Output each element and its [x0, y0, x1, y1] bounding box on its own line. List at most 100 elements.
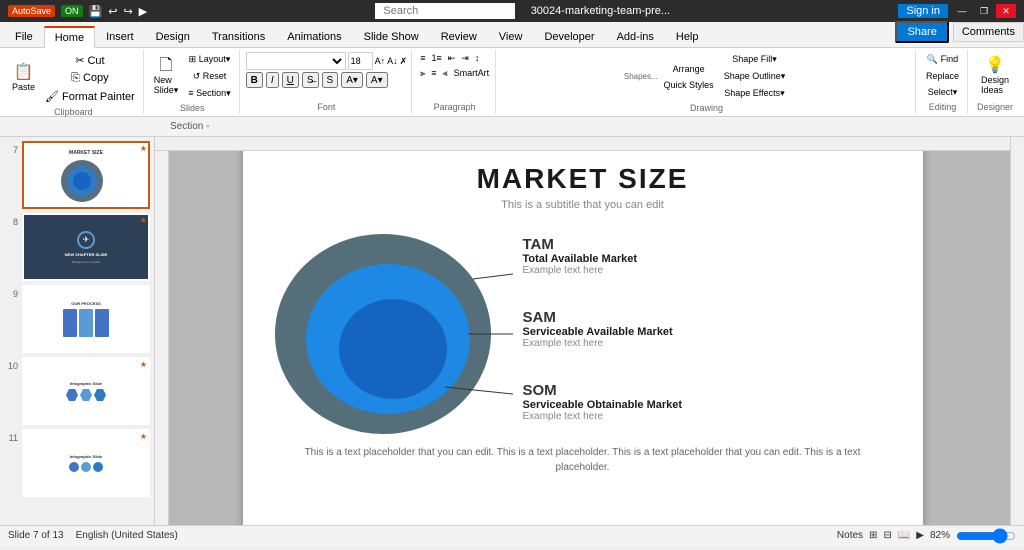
slide-title[interactable]: MARKET SIZE [243, 163, 923, 195]
undo-icon[interactable]: ↩ [108, 5, 117, 18]
shape-fill-button[interactable]: Shape Fill▾ [720, 52, 790, 67]
font-size-decrease[interactable]: A↓ [387, 56, 398, 66]
font-color-button[interactable]: A▾ [341, 72, 363, 88]
bold-button[interactable]: B [246, 72, 263, 88]
replace-button[interactable]: Replace [922, 69, 963, 83]
slide-footer[interactable]: This is a text placeholder that you can … [243, 445, 923, 475]
tab-design[interactable]: Design [145, 26, 201, 47]
underline-button[interactable]: U [282, 72, 299, 88]
som-tag: SOM [523, 382, 903, 399]
align-left-button[interactable]: ⫸ [418, 67, 427, 80]
slide-thumb-8[interactable]: ✈ NEW CHAPTER SLIDE Background template [22, 213, 150, 281]
editor-area: MARKET SIZE This is a subtitle that you … [155, 137, 1010, 525]
quick-styles-button[interactable]: Quick Styles [660, 78, 718, 92]
autosave-state[interactable]: ON [61, 5, 83, 17]
tab-view[interactable]: View [488, 26, 534, 47]
layout-button[interactable]: ⊞ Layout▾ [184, 52, 234, 67]
slide-thumb-9[interactable]: OUR PROCESS [22, 285, 150, 353]
tab-slideshow[interactable]: Slide Show [353, 26, 430, 47]
reset-button[interactable]: ↺ Reset [184, 69, 234, 84]
arrange-button[interactable]: Arrange [660, 62, 718, 76]
tab-review[interactable]: Review [430, 26, 488, 47]
strikethrough-button[interactable]: S̶ [302, 72, 319, 88]
slide-body: TAM Total Available Market Example text … [243, 219, 923, 439]
italic-button[interactable]: I [266, 72, 279, 88]
close-button[interactable]: ✕ [996, 4, 1016, 18]
tab-developer[interactable]: Developer [533, 26, 605, 47]
view-slide-sorter-icon[interactable]: ⊟ [883, 530, 891, 541]
design-ideas-button[interactable]: 💡 DesignIdeas [977, 56, 1013, 97]
search-input[interactable] [375, 3, 515, 19]
notes-button[interactable]: Notes [837, 530, 863, 541]
font-family-select[interactable] [246, 52, 346, 70]
thumb11-title: Infographic Slide [70, 454, 102, 459]
tab-transitions[interactable]: Transitions [201, 26, 276, 47]
thumb9-box1 [63, 309, 77, 337]
view-reading-icon[interactable]: 📖 [898, 530, 910, 541]
format-painter-button[interactable]: 🖌 Format Painter [41, 88, 139, 105]
align-center-button[interactable]: ≡ [429, 67, 438, 80]
convert-smartart-button[interactable]: SmartArt [452, 67, 492, 80]
slide-canvas[interactable]: MARKET SIZE This is a subtitle that you … [243, 141, 923, 525]
font-size-input[interactable] [348, 52, 373, 70]
format-painter-icon: 🖌 Format Painter [45, 90, 135, 103]
thumb10-hex3 [94, 389, 106, 401]
slide-thumb-10[interactable]: Infographic Slide [22, 357, 150, 425]
slide-item-8[interactable]: 8 ✈ NEW CHAPTER SLIDE Background templat… [4, 213, 150, 281]
view-slideshow-icon[interactable]: ▶ [916, 530, 924, 541]
select-button[interactable]: Select▾ [924, 85, 962, 100]
increase-indent-button[interactable]: ⇥ [459, 52, 471, 65]
tab-insert[interactable]: Insert [95, 26, 145, 47]
tab-animations[interactable]: Animations [276, 26, 352, 47]
tab-addins[interactable]: Add-ins [606, 26, 665, 47]
title-bar-right: Sign in — ❐ ✕ [898, 4, 1016, 18]
bullet-list-button[interactable]: ≡ [418, 52, 427, 65]
view-normal-icon[interactable]: ⊞ [869, 530, 877, 541]
clipboard-label: Clipboard [54, 105, 93, 117]
comments-button[interactable]: Comments [953, 22, 1024, 42]
new-slide-button[interactable]: 🗋 NewSlide▾ [150, 56, 183, 98]
restore-button[interactable]: ❐ [974, 4, 994, 18]
present-icon[interactable]: ▶ [139, 5, 147, 18]
window-controls: — ❐ ✕ [952, 4, 1016, 18]
slide-item-11[interactable]: 11 Infographic Slide [4, 429, 150, 497]
sam-name: Serviceable Available Market [523, 326, 903, 338]
decrease-indent-button[interactable]: ⇤ [446, 52, 458, 65]
shapes-panel: Shapes... [624, 72, 658, 81]
shadow-button[interactable]: S [322, 72, 339, 88]
shape-outline-button[interactable]: Shape Outline▾ [720, 69, 790, 84]
minimize-button[interactable]: — [952, 4, 972, 18]
highlight-button[interactable]: A▾ [366, 72, 388, 88]
thumb8-circle: ✈ [77, 231, 95, 249]
slide-item-9[interactable]: 9 OUR PROCESS [4, 285, 150, 353]
slide-thumb-7[interactable]: MARKET SIZE [22, 141, 150, 209]
share-button[interactable]: Share [895, 21, 948, 43]
slide-subtitle[interactable]: This is a subtitle that you can edit [243, 199, 923, 211]
save-icon[interactable]: 💾 [89, 5, 103, 18]
text-direction-button[interactable]: ↕ [473, 52, 482, 65]
signin-button[interactable]: Sign in [898, 4, 948, 18]
thumb10-shapes [66, 389, 106, 401]
slide-thumb-11[interactable]: Infographic Slide [22, 429, 150, 497]
font-label: Font [317, 100, 335, 112]
font-size-increase[interactable]: A↑ [375, 56, 386, 66]
slide-item-7[interactable]: 7 MARKET SIZE [4, 141, 150, 209]
numbered-list-button[interactable]: 1≡ [429, 52, 443, 65]
tab-file[interactable]: File [4, 26, 44, 47]
cut-icon: ✂ Cut [75, 54, 104, 67]
zoom-slider[interactable] [956, 530, 1016, 542]
tab-help[interactable]: Help [665, 26, 710, 47]
copy-button[interactable]: ⎘ Copy [41, 70, 139, 87]
align-right-button[interactable]: ⫷ [441, 67, 450, 80]
tab-home[interactable]: Home [44, 26, 95, 48]
redo-icon[interactable]: ↪ [123, 5, 132, 18]
right-panel [1010, 137, 1024, 525]
cut-button[interactable]: ✂ Cut [41, 52, 139, 69]
tam-description: Example text here [523, 265, 903, 276]
clear-format-button[interactable]: ✗ [400, 56, 408, 67]
find-button[interactable]: 🔍 Find [923, 52, 962, 67]
slide-item-10[interactable]: 10 Infographic Slide [4, 357, 150, 425]
shape-effects-button[interactable]: Shape Effects▾ [720, 86, 790, 101]
section-button[interactable]: ≡ Section▾ [184, 86, 234, 101]
paste-button[interactable]: 📋 Paste [8, 63, 39, 94]
